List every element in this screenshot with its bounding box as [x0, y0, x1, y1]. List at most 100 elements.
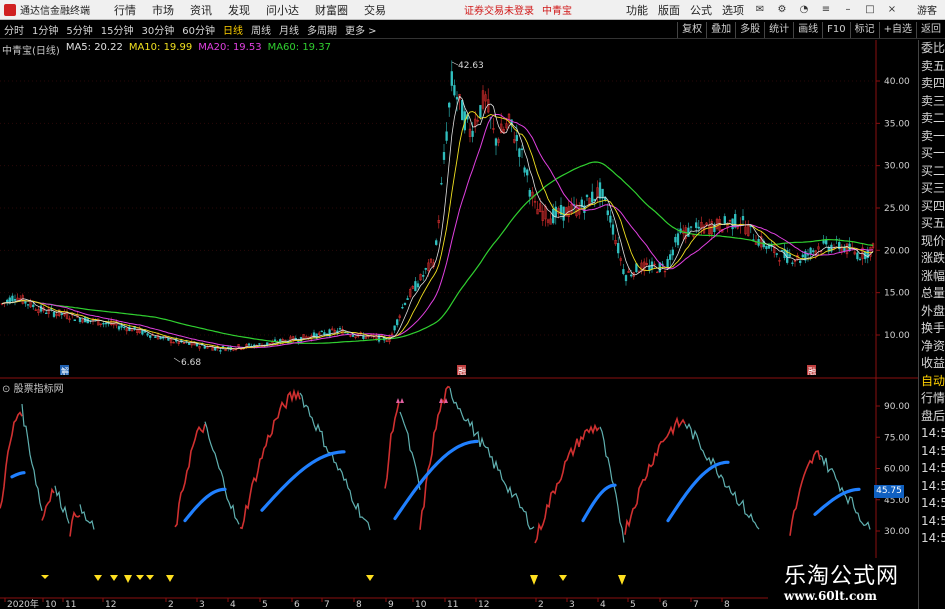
- side-item[interactable]: 买三: [919, 180, 945, 198]
- price-tick-label: 15.00: [884, 289, 910, 299]
- period-60min[interactable]: 60分钟: [182, 22, 215, 37]
- candle-body: [401, 307, 404, 309]
- indicator-name: 股票指标网: [13, 384, 64, 395]
- side-item[interactable]: 涨幅: [919, 268, 945, 286]
- period-15min[interactable]: 15分钟: [101, 22, 134, 37]
- period-1min[interactable]: 1分钟: [32, 22, 58, 37]
- candle-body: [554, 206, 557, 218]
- maximize-icon[interactable]: □: [865, 4, 875, 15]
- candle-body: [445, 131, 448, 141]
- side-item[interactable]: 卖四: [919, 75, 945, 93]
- candle-body: [442, 152, 446, 160]
- menu-faxian[interactable]: 发现: [228, 2, 250, 18]
- period-more[interactable]: 更多 >: [345, 22, 377, 37]
- side-item[interactable]: 买二: [919, 163, 945, 181]
- side-item[interactable]: 卖五: [919, 58, 945, 76]
- side-item[interactable]: 外盘: [919, 303, 945, 321]
- buy-signal-marker: [110, 575, 118, 581]
- candle-body: [723, 216, 726, 224]
- message-icon[interactable]: ✉: [755, 4, 765, 15]
- menu-xuanxiang[interactable]: 选项: [722, 2, 744, 18]
- menu-gongshi[interactable]: 公式: [690, 2, 712, 18]
- menu-icon[interactable]: ≡: [821, 4, 831, 15]
- candle-body: [843, 247, 846, 252]
- period-weekly[interactable]: 周线: [251, 22, 271, 37]
- settings-icon[interactable]: ⚙: [777, 4, 787, 15]
- menu-zixun[interactable]: 资讯: [190, 2, 212, 18]
- menu-hangqing[interactable]: 行情: [114, 2, 136, 18]
- kline-chart-area[interactable]: 40.00 35.00 30.00 25.00 20.00 15.00 10.00 90.0…: [0, 40, 918, 609]
- side-item[interactable]: 委比: [919, 40, 945, 58]
- period-monthly[interactable]: 月线: [279, 22, 299, 37]
- menu-wenxiaoda[interactable]: 问小达: [266, 2, 299, 18]
- side-item[interactable]: 卖三: [919, 93, 945, 111]
- tool-tongji[interactable]: 统计: [764, 21, 793, 38]
- indicator-dropdown-icon[interactable]: ⊙: [2, 384, 10, 395]
- tool-diejia[interactable]: 叠加: [706, 21, 735, 38]
- period-daily[interactable]: 日线: [223, 22, 243, 37]
- side-item-auto[interactable]: 自动: [919, 373, 945, 391]
- side-item[interactable]: 买一: [919, 145, 945, 163]
- candle-body: [6, 299, 9, 302]
- tool-huaxian[interactable]: 画线: [793, 21, 822, 38]
- oscillator-rise: [789, 449, 821, 536]
- candle-body: [741, 215, 745, 221]
- tool-biaoji[interactable]: 标记: [849, 21, 879, 38]
- tool-f10[interactable]: F10: [822, 21, 849, 38]
- time-tick-label: 2: [538, 600, 544, 609]
- ma5-line: [1, 95, 874, 350]
- user-label[interactable]: 游客: [917, 2, 937, 17]
- indicator-title[interactable]: ⊙ 股票指标网: [2, 380, 64, 395]
- close-icon[interactable]: ×: [887, 4, 897, 15]
- period-5min[interactable]: 5分钟: [66, 22, 92, 37]
- menu-gongneng[interactable]: 功能: [626, 2, 648, 18]
- candle-body: [609, 215, 612, 223]
- indicator-last-value: 45.75: [874, 485, 904, 498]
- menu-banmian[interactable]: 版面: [658, 2, 680, 18]
- candle-body: [102, 323, 105, 325]
- candle-body: [526, 169, 529, 176]
- candle-body: [630, 274, 633, 277]
- candle-body: [450, 71, 453, 86]
- side-item[interactable]: 换手: [919, 320, 945, 338]
- skin-icon[interactable]: ◔: [799, 4, 809, 15]
- side-item[interactable]: 涨跌: [919, 250, 945, 268]
- menu-shichang[interactable]: 市场: [152, 2, 174, 18]
- stock-period-label[interactable]: 中青宝(日线): [2, 42, 60, 57]
- side-item[interactable]: 买四: [919, 198, 945, 216]
- side-item[interactable]: 盘后: [919, 408, 945, 426]
- candle-body: [146, 333, 149, 336]
- ma-legend: 中青宝(日线) MA5: 20.22 MA10: 19.99 MA20: 19.…: [2, 42, 331, 57]
- candle-body: [806, 254, 810, 256]
- candle-body: [45, 312, 48, 315]
- login-status[interactable]: 证券交易未登录: [464, 2, 534, 17]
- candle-body: [435, 240, 438, 245]
- side-item[interactable]: 净资: [919, 338, 945, 356]
- oscillator-fall: [204, 421, 240, 525]
- candle-body: [611, 224, 615, 235]
- minimize-icon[interactable]: –: [843, 4, 853, 15]
- time-tick-label: 8: [724, 600, 730, 609]
- side-item[interactable]: 买五: [919, 215, 945, 233]
- menu-caifuquan[interactable]: 财富圈: [315, 2, 348, 18]
- period-multi[interactable]: 多周期: [307, 22, 337, 37]
- tool-duogu[interactable]: 多股: [735, 21, 764, 38]
- side-item[interactable]: 收益: [919, 355, 945, 373]
- side-item[interactable]: 卖二: [919, 110, 945, 128]
- side-item[interactable]: 总量: [919, 285, 945, 303]
- tool-zixuan[interactable]: +自选: [878, 21, 916, 38]
- candle-body: [422, 275, 425, 277]
- tool-fanhui[interactable]: 返回: [916, 21, 945, 38]
- time-tick-label: 12: [105, 600, 116, 609]
- period-fenshi[interactable]: 分时: [4, 22, 24, 37]
- candle-body: [515, 135, 518, 142]
- side-item[interactable]: 卖一: [919, 128, 945, 146]
- side-item[interactable]: 行情: [919, 390, 945, 408]
- candle-body: [471, 130, 474, 137]
- side-item[interactable]: 现价: [919, 233, 945, 251]
- menu-jiaoyi[interactable]: 交易: [364, 2, 386, 18]
- app-title: 通达信金融终端: [20, 6, 90, 17]
- tool-fuquan[interactable]: 复权: [677, 21, 706, 38]
- period-30min[interactable]: 30分钟: [141, 22, 174, 37]
- oscillator-fall: [399, 411, 421, 491]
